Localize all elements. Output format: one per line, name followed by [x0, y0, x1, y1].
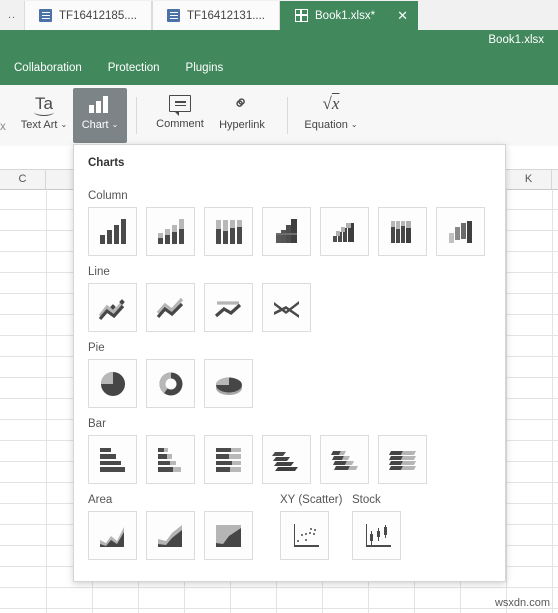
chart-type-pie[interactable]: [88, 359, 137, 408]
menu-item-protection[interactable]: Protection: [108, 62, 160, 74]
chart-type-100-percent-stacked-bar[interactable]: [204, 435, 253, 484]
chart-type-stock[interactable]: [352, 511, 401, 560]
text-art-label: Text Art: [20, 119, 58, 131]
equation-icon: √x: [322, 94, 340, 113]
chart-type-dropdown-panel: Charts Column Line Pie Bar Area XY (Scat…: [73, 144, 506, 582]
link-icon: ⚭: [228, 90, 255, 117]
group-stock: Stock: [352, 494, 401, 560]
chart-type-100-percent-stacked-area[interactable]: [204, 511, 253, 560]
chart-bars-icon: [89, 95, 111, 113]
grid-column-line: [552, 188, 553, 613]
chart-type-3d-clustered-column[interactable]: [262, 207, 311, 256]
chart-type-3d-line[interactable]: [262, 283, 311, 332]
group-label-bar: Bar: [88, 418, 106, 430]
chart-type-row: [280, 511, 342, 560]
panel-title: Charts: [88, 157, 125, 169]
chart-type-3d-100-percent-stacked-column[interactable]: [378, 207, 427, 256]
group-pie: Pie: [88, 342, 253, 408]
hyperlink-button[interactable]: ⚭ Hyperlink: [213, 88, 271, 143]
group-label-column: Column: [88, 190, 128, 202]
group-label-area: Area: [88, 494, 113, 506]
chart-type-scatter[interactable]: [280, 511, 329, 560]
document-title: Book1.xlsx: [488, 34, 544, 46]
group-line: Line: [88, 266, 311, 332]
column-header-k[interactable]: K: [506, 170, 552, 189]
grid-row-line: [0, 587, 558, 588]
text-art-icon: Ta: [34, 95, 54, 116]
column-header-c[interactable]: C: [0, 170, 46, 189]
chevron-down-icon: ⌄: [350, 119, 358, 129]
chart-type-row: [88, 283, 311, 332]
close-icon[interactable]: ✕: [396, 9, 409, 22]
chart-button[interactable]: Chart ⌄: [73, 88, 127, 143]
comment-button[interactable]: Comment: [152, 88, 208, 143]
tab-overflow-indicator[interactable]: ..: [0, 0, 24, 30]
chart-type-3d-pie[interactable]: [204, 359, 253, 408]
group-label-stock: Stock: [352, 494, 381, 506]
tab-book1-xlsx[interactable]: Book1.xlsx* ✕: [280, 1, 419, 30]
chart-type-3d-clustered-bar[interactable]: [262, 435, 311, 484]
chart-type-doughnut[interactable]: [146, 359, 195, 408]
chart-type-stacked-bar[interactable]: [146, 435, 195, 484]
document-icon: [167, 9, 180, 22]
chart-type-3d-stacked-column[interactable]: [320, 207, 369, 256]
document-icon: [39, 9, 52, 22]
group-label-xy-scatter: XY (Scatter): [280, 494, 343, 506]
tab-label: Book1.xlsx*: [315, 9, 376, 22]
group-column: Column: [88, 190, 485, 256]
ribbon-toolbar: x Ta Text Art ⌄ Chart ⌄ Comment ⚭ Hyperl…: [0, 85, 558, 147]
equation-label: Equation: [304, 119, 348, 131]
tab-label: TF16412185....: [59, 9, 137, 22]
chart-type-row: [88, 511, 253, 560]
menu-item-plugins[interactable]: Plugins: [186, 62, 224, 74]
watermark: wsxdn.com: [494, 597, 550, 609]
chart-type-100-percent-stacked-line[interactable]: [204, 283, 253, 332]
comment-icon: [169, 95, 191, 116]
group-bar: Bar: [88, 418, 427, 484]
chart-type-area[interactable]: [88, 511, 137, 560]
chart-type-3d-100-percent-stacked-bar[interactable]: [378, 435, 427, 484]
toolbar-divider: [287, 97, 288, 134]
hyperlink-label: Hyperlink: [219, 119, 265, 131]
equation-button[interactable]: √x Equation ⌄: [300, 88, 362, 143]
menu-item-collaboration[interactable]: Collaboration: [14, 62, 82, 74]
tab-tf16412185[interactable]: TF16412185....: [24, 1, 152, 30]
app-header: Book1.xlsx Collaboration Protection Plug…: [0, 30, 558, 85]
chart-type-line-with-markers[interactable]: [88, 283, 137, 332]
group-label-pie: Pie: [88, 342, 105, 354]
chart-type-row: [88, 207, 485, 256]
comment-label: Comment: [156, 118, 204, 130]
chart-type-100-percent-stacked-column[interactable]: [204, 207, 253, 256]
chart-type-stacked-area[interactable]: [146, 511, 195, 560]
browser-tab-bar: .. TF16412185.... TF16412131.... Book1.x…: [0, 0, 558, 31]
chart-type-row: [352, 511, 401, 560]
chart-type-3d-stacked-bar[interactable]: [320, 435, 369, 484]
chart-label: Chart: [81, 119, 109, 131]
menu-bar: Collaboration Protection Plugins: [14, 62, 223, 74]
chart-type-stacked-column[interactable]: [146, 207, 195, 256]
chart-type-row: [88, 435, 427, 484]
chart-type-3d-column[interactable]: [436, 207, 485, 256]
chart-type-clustered-column[interactable]: [88, 207, 137, 256]
tab-label: TF16412131....: [187, 9, 265, 22]
chevron-down-icon: ⌄: [111, 119, 119, 129]
grid-row-line: [0, 608, 558, 609]
group-xy-scatter: XY (Scatter): [280, 494, 342, 560]
group-label-line: Line: [88, 266, 110, 278]
group-area: Area: [88, 494, 253, 560]
spreadsheet-grid-icon: [295, 9, 308, 22]
tab-tf16412131[interactable]: TF16412131....: [152, 1, 280, 30]
text-art-button[interactable]: Ta Text Art ⌄: [17, 88, 71, 143]
grid-column-line: [506, 188, 507, 613]
chart-type-clustered-bar[interactable]: [88, 435, 137, 484]
chevron-down-icon: ⌄: [60, 119, 68, 129]
chart-type-row: [88, 359, 253, 408]
toolbar-partial-label: x: [0, 121, 6, 133]
chart-type-stacked-line[interactable]: [146, 283, 195, 332]
grid-column-line: [46, 188, 47, 613]
toolbar-divider: [136, 97, 137, 134]
